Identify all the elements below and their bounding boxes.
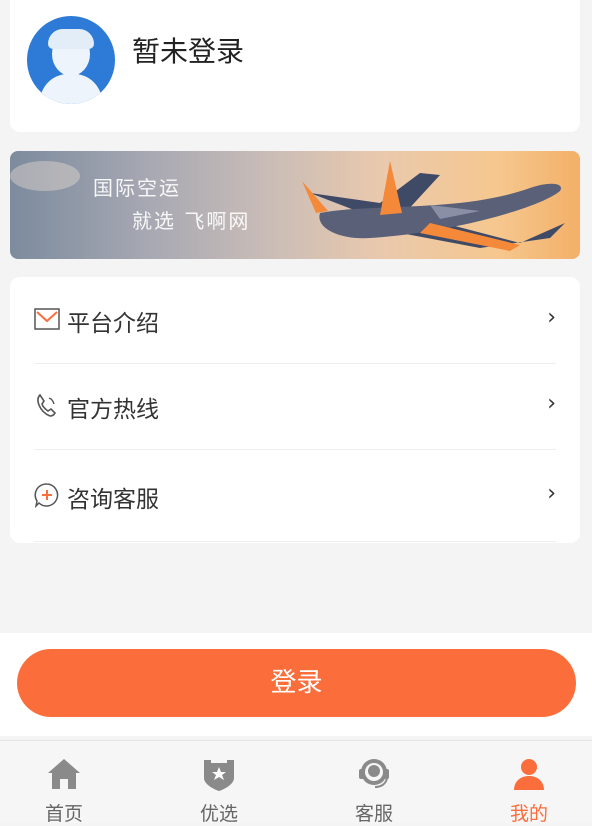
shield-star-icon <box>204 760 234 791</box>
menu-label: 官方热线 <box>67 397 159 423</box>
profile-card[interactable]: 暂未登录 <box>10 0 580 132</box>
login-button[interactable]: 登录 <box>17 649 576 717</box>
menu-label: 平台介绍 <box>67 311 159 337</box>
tab-featured[interactable]: 优选 <box>164 741 274 825</box>
tab-service[interactable]: 客服 <box>319 741 429 825</box>
avatar-body <box>40 74 102 104</box>
chevron-right-icon: › <box>547 305 556 330</box>
mail-icon <box>34 308 60 330</box>
headset-icon <box>359 759 389 788</box>
cloud-decoration <box>10 161 80 191</box>
menu-item-platform-intro[interactable]: 平台介绍 › <box>34 277 556 364</box>
menu-item-hotline[interactable]: 官方热线 › <box>34 363 556 450</box>
airplane-image <box>302 161 565 251</box>
tab-home[interactable]: 首页 <box>9 741 119 825</box>
login-area: 登录 <box>0 633 592 736</box>
menu-label: 咨询客服 <box>67 487 159 513</box>
user-icon <box>514 759 544 790</box>
chevron-right-icon: › <box>547 391 556 416</box>
phone-icon <box>37 393 56 417</box>
avatar-cap <box>48 29 94 49</box>
menu-item-consult[interactable]: 咨询客服 › <box>34 449 556 542</box>
banner-line2: 就选 飞啊网 <box>132 209 251 233</box>
bottom-tab-bar: 首页 优选 客服 我的 <box>0 740 592 825</box>
username-label[interactable]: 暂未登录 <box>132 30 244 70</box>
tab-mine[interactable]: 我的 <box>474 741 584 825</box>
chat-plus-icon <box>34 483 59 508</box>
home-icon <box>48 759 80 789</box>
chevron-right-icon: › <box>547 481 556 506</box>
promo-banner[interactable]: 国际空运 就选 飞啊网 <box>10 151 580 259</box>
menu-card: 平台介绍 › 官方热线 › 咨询客服 › <box>10 277 580 543</box>
banner-line1: 国际空运 <box>93 176 181 200</box>
avatar[interactable] <box>27 16 115 104</box>
